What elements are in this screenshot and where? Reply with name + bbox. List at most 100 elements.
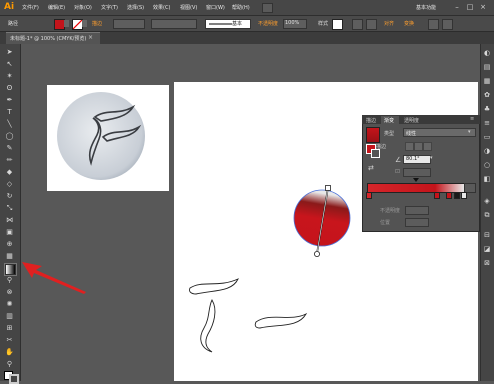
gradient-stop-5[interactable] <box>461 192 467 199</box>
zoom-tool-icon[interactable]: ⚲ <box>4 359 15 370</box>
appearance-panel-icon[interactable]: ○ <box>482 160 492 170</box>
blob-brush-tool-icon[interactable]: ◆ <box>4 167 15 178</box>
menu-effect[interactable]: 效果(C) <box>153 4 170 11</box>
column-graph-tool-icon[interactable]: ▥ <box>4 311 15 322</box>
menu-file[interactable]: 文件(F) <box>22 4 39 11</box>
reference-image[interactable] <box>47 85 169 191</box>
stop-location-label: 位置 <box>380 220 391 226</box>
mesh-tool-icon[interactable]: ▦ <box>4 251 15 262</box>
gradient-stop-3[interactable] <box>446 192 452 199</box>
free-transform-tool-icon[interactable]: ▣ <box>4 227 15 238</box>
panel-menu-icon[interactable]: ≡ <box>470 116 474 122</box>
isolate-icon[interactable] <box>428 19 439 30</box>
transform-label[interactable]: 变换 <box>404 20 414 27</box>
lasso-tool-icon[interactable]: ʘ <box>4 83 15 94</box>
reverse-gradient-icon[interactable]: ⇄ <box>368 164 374 172</box>
pen-tool-icon[interactable]: ✒ <box>4 95 15 106</box>
stop-opacity-field[interactable] <box>405 206 429 215</box>
swatches-panel-icon[interactable]: ▦ <box>482 76 492 86</box>
type-tool-icon[interactable]: T <box>4 107 15 118</box>
stroke-across-icon[interactable] <box>423 142 432 151</box>
menu-edit[interactable]: 编辑(E) <box>48 4 65 11</box>
maximize-icon[interactable]: □ <box>465 2 475 12</box>
magic-wand-tool-icon[interactable]: ✶ <box>4 71 15 82</box>
stroke-within-icon[interactable] <box>405 142 414 151</box>
align-label[interactable]: 对齐 <box>384 20 394 27</box>
line-tool-icon[interactable]: ╲ <box>4 119 15 130</box>
eraser-tool-icon[interactable]: ◇ <box>4 179 15 190</box>
paintbrush-tool-icon[interactable]: ✎ <box>4 143 15 154</box>
stroke-dropdown-icon[interactable] <box>82 20 87 27</box>
hand-tool-icon[interactable]: ✋ <box>4 347 15 358</box>
tab-transparency[interactable]: 透明度 <box>404 117 419 124</box>
gradient-stop-4[interactable] <box>454 192 460 199</box>
menu-select[interactable]: 选择(S) <box>127 4 144 11</box>
stroke-color-icon[interactable] <box>9 374 19 384</box>
close-icon[interactable]: × <box>478 2 488 12</box>
menu-window[interactable]: 窗口(W) <box>206 4 225 11</box>
arrange-icon[interactable] <box>442 19 453 30</box>
preferences-icon[interactable] <box>366 19 377 30</box>
menu-object[interactable]: 对象(O) <box>74 4 92 11</box>
shape-builder-tool-icon[interactable]: ⊕ <box>4 239 15 250</box>
graphic-style-swatch[interactable] <box>332 19 343 30</box>
color-panel-icon[interactable]: ◐ <box>482 48 492 58</box>
pencil-tool-icon[interactable]: ✏ <box>4 155 15 166</box>
menu-view[interactable]: 视图(V) <box>180 4 197 11</box>
gradient-stop-1[interactable] <box>366 192 372 199</box>
angle-icon: ∠ <box>395 156 402 164</box>
variable-width-field[interactable] <box>151 19 197 29</box>
opacity-label[interactable]: 不透明度 <box>258 20 278 27</box>
stop-opacity-label: 不透明度 <box>380 208 401 214</box>
bridge-icon[interactable] <box>262 3 273 13</box>
ellipse-tool-icon[interactable]: ◯ <box>4 131 15 142</box>
rotate-tool-icon[interactable]: ↻ <box>4 191 15 202</box>
symbol-sprayer-tool-icon[interactable]: ✺ <box>4 299 15 310</box>
stroke-weight-field[interactable] <box>113 19 145 29</box>
selection-type-label: 路径 <box>8 21 19 27</box>
gradient-stop-2[interactable] <box>434 192 440 199</box>
annotation-arrow-icon <box>22 262 86 294</box>
blend-tool-icon[interactable]: ⊗ <box>4 287 15 298</box>
tab-gradient[interactable]: 渐变 <box>384 117 394 124</box>
width-tool-icon[interactable]: ⋈ <box>4 215 15 226</box>
aspect-ratio-field[interactable] <box>403 168 431 177</box>
stroke-indicator-icon[interactable] <box>371 149 380 158</box>
artboards-panel-icon[interactable]: ⧉ <box>482 210 492 220</box>
align-panel-icon[interactable]: ⊟ <box>482 230 492 240</box>
tab-stroke[interactable]: 描边 <box>366 117 376 124</box>
stroke-along-icon[interactable] <box>414 142 423 151</box>
gradient-panel-titlebar[interactable] <box>362 115 480 124</box>
angle-dropdown-icon[interactable]: ▾ <box>430 155 433 161</box>
midpoint-diamond-icon[interactable] <box>413 178 419 182</box>
layers-panel-icon[interactable]: ◈ <box>482 196 492 206</box>
stroke-panel-icon[interactable]: ≡ <box>482 118 492 128</box>
direct-selection-tool-icon[interactable]: ↖ <box>4 59 15 70</box>
symbols-panel-icon[interactable]: ♣ <box>482 104 492 114</box>
artboard-tool-icon[interactable]: ⊞ <box>4 323 15 334</box>
stop-location-field[interactable] <box>405 218 429 227</box>
scale-tool-icon[interactable]: ⤡ <box>4 203 15 214</box>
gradient-thumbnail[interactable] <box>366 127 380 143</box>
minimize-icon[interactable]: – <box>452 2 462 12</box>
gradient-panel-icon[interactable]: ▭ <box>482 132 492 142</box>
workspace-switcher[interactable]: 基本功能 <box>416 4 436 11</box>
fill-dropdown-icon[interactable] <box>64 20 69 27</box>
brushes-panel-icon[interactable]: ✿ <box>482 90 492 100</box>
eyedropper-tool-icon[interactable]: ⚲ <box>4 275 15 286</box>
brush-definition-field[interactable] <box>205 19 251 29</box>
menu-type[interactable]: 文字(T) <box>101 4 118 11</box>
aspect-ratio-icon: ⊡ <box>395 168 401 175</box>
stroke-label[interactable]: 描边 <box>92 20 102 27</box>
selection-tool-icon[interactable]: ➤ <box>4 47 15 58</box>
angle-value: 80.1° <box>406 156 420 162</box>
pathfinder-panel-icon[interactable]: ◪ <box>482 244 492 254</box>
color-guide-icon[interactable]: ▤ <box>482 62 492 72</box>
close-tab-icon[interactable]: × <box>88 34 93 41</box>
graphic-styles-panel-icon[interactable]: ◧ <box>482 174 492 184</box>
transform-panel-icon[interactable]: ⊠ <box>482 258 492 268</box>
slice-tool-icon[interactable]: ✂ <box>4 335 15 346</box>
menu-help[interactable]: 帮助(H) <box>232 4 250 11</box>
document-setup-icon[interactable] <box>352 19 363 30</box>
transparency-panel-icon[interactable]: ◑ <box>482 146 492 156</box>
